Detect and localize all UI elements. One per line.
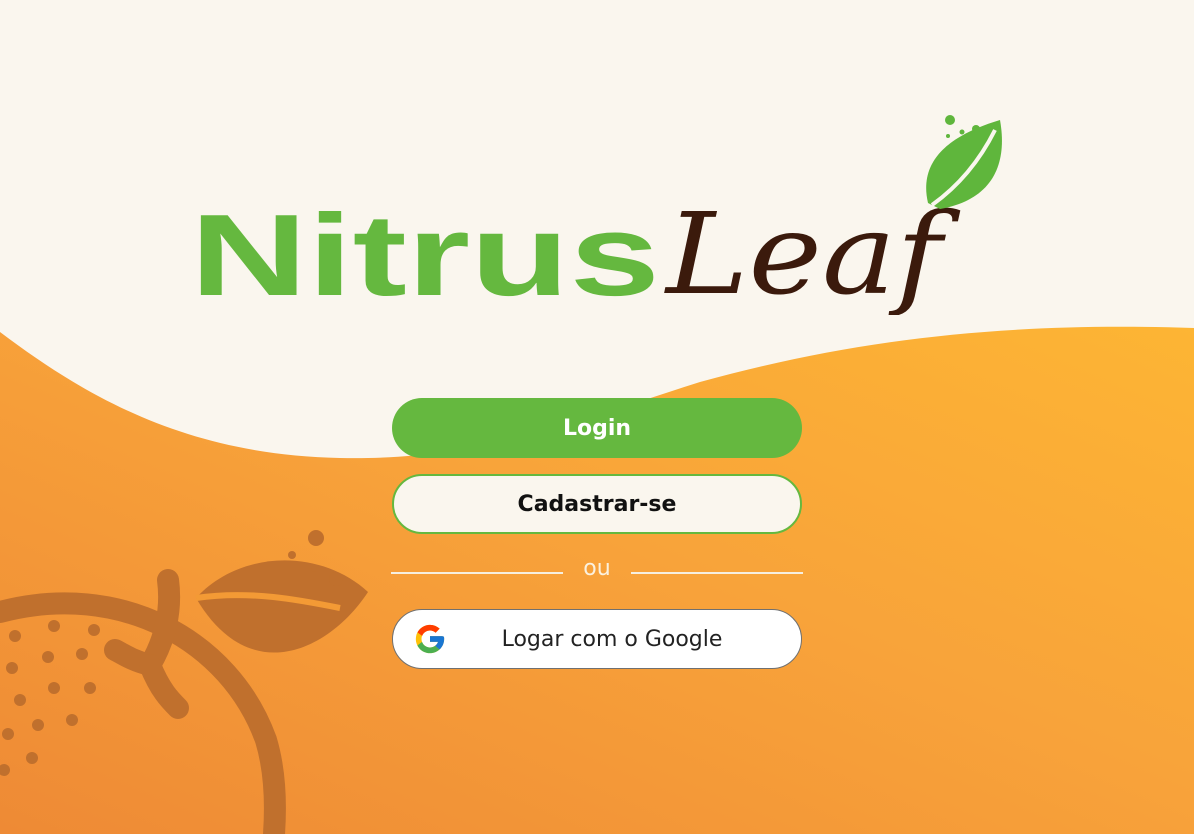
logo-text-nitrus: Nitrus [190, 190, 660, 315]
login-button[interactable]: Login [392, 398, 802, 458]
separator-label: ou [583, 556, 611, 581]
signup-button[interactable]: Cadastrar-se [392, 474, 802, 534]
login-button-label: Login [562, 415, 632, 441]
separator-line-left [391, 572, 563, 574]
google-g-icon [415, 624, 445, 654]
leaf-icon [926, 115, 1002, 209]
logo-text-leaf: Leaf [664, 190, 962, 315]
nitrusleaf-logo: Nitrus Leaf [190, 115, 1002, 315]
google-login-button[interactable]: Logar com o Google [392, 609, 802, 669]
signup-button-label: Cadastrar-se [517, 491, 677, 517]
google-button-label: Logar com o Google [501, 626, 723, 652]
separator-line-right [631, 572, 803, 574]
